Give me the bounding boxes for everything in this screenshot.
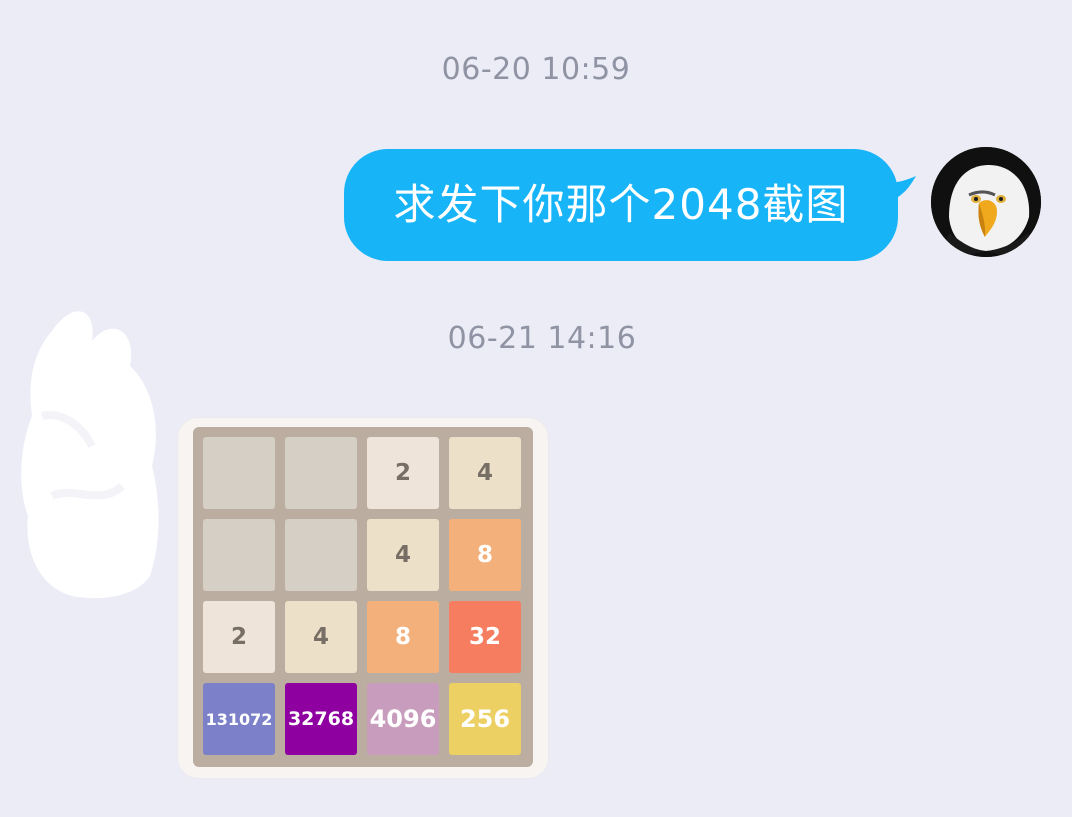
eagle-avatar-icon[interactable]: [931, 147, 1041, 257]
tile-4: 4: [285, 601, 357, 673]
tile-4: 4: [449, 437, 521, 509]
tile-8: 8: [367, 601, 439, 673]
tile-131072: 131072: [203, 683, 275, 755]
tile-32768: 32768: [285, 683, 357, 755]
tile-4096: 4096: [367, 683, 439, 755]
tile-2: 2: [203, 601, 275, 673]
empty-tile: [285, 437, 357, 509]
outgoing-message-bubble[interactable]: 求发下你那个2048截图: [344, 149, 898, 261]
tile-8: 8: [449, 519, 521, 591]
bubble-tail-icon: [882, 176, 916, 202]
empty-tile: [203, 519, 275, 591]
empty-tile: [203, 437, 275, 509]
timestamp: 06-20 10:59: [441, 52, 631, 87]
tile-2: 2: [367, 437, 439, 509]
game-board[interactable]: 2 4 4 8 2 4 8 32 131072 32768 4096 256: [193, 427, 533, 767]
tile-32: 32: [449, 601, 521, 673]
tile-256: 256: [449, 683, 521, 755]
tile-4: 4: [367, 519, 439, 591]
empty-tile: [285, 519, 357, 591]
redacted-avatar: [21, 311, 159, 599]
